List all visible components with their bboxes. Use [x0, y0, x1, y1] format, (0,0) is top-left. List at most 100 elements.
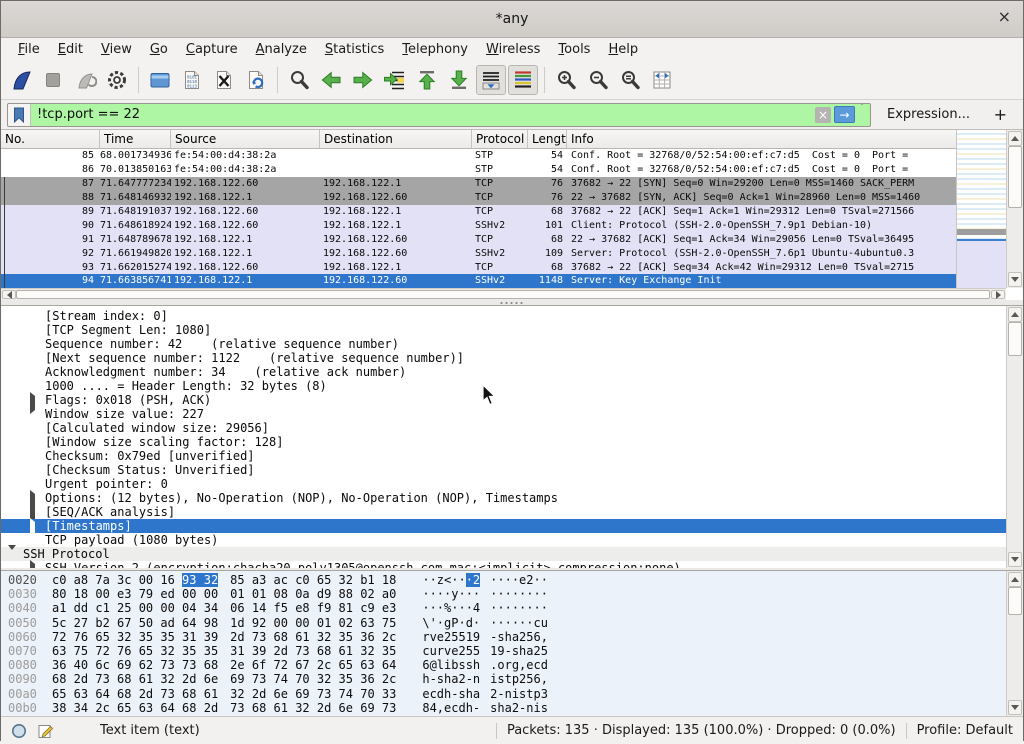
column-header-length[interactable]: Length [528, 130, 567, 148]
column-header-time[interactable]: Time [100, 130, 171, 148]
colorize-toggle-icon[interactable] [508, 65, 538, 95]
scroll-left-icon[interactable] [2, 290, 16, 299]
packet-row-86[interactable]: 8670.013850163fe:54:00:d4:38:2aSTP54Conf… [1, 163, 959, 177]
capture-comment-icon[interactable] [37, 723, 54, 739]
column-header-destination[interactable]: Destination [320, 130, 472, 148]
first-packet-icon[interactable] [412, 65, 442, 95]
close-icon[interactable]: × [998, 9, 1011, 25]
packet-row-87[interactable]: 8771.647777234192.168.122.60192.168.122.… [1, 177, 959, 191]
expert-info-icon[interactable] [11, 723, 27, 739]
menu-tools[interactable]: Tools [549, 39, 599, 60]
detail-line[interactable]: [Calculated window size: 29056] [1, 421, 1006, 435]
scroll-up-icon[interactable] [1008, 307, 1022, 322]
detail-line[interactable]: [TCP Segment Len: 1080] [1, 323, 1006, 337]
hex-row-00b0[interactable]: 00b038 34 2c 65 63 64 68 2d73 68 61 32 2… [1, 701, 1006, 715]
packet-row-90[interactable]: 9071.648618924192.168.122.60192.168.122.… [1, 218, 959, 232]
go-to-packet-icon[interactable] [380, 65, 410, 95]
detail-line[interactable]: Acknowledgment number: 34 (relative ack … [1, 365, 1006, 379]
add-filter-button[interactable]: + [984, 105, 1017, 124]
scroll-thumb[interactable] [1008, 322, 1022, 356]
menu-go[interactable]: Go [141, 39, 177, 60]
filter-text[interactable]: !tcp.port == 22 [31, 107, 815, 122]
column-header-no[interactable]: No. [1, 130, 100, 148]
scroll-down-icon[interactable] [1008, 700, 1022, 715]
resize-columns-icon[interactable] [647, 65, 677, 95]
hex-row-00a0[interactable]: 00a065 63 64 68 2d 73 68 6132 2d 6e 69 7… [1, 687, 1006, 701]
packet-row-85[interactable]: 8568.001734936fe:54:00:d4:38:2aSTP54Conf… [1, 149, 959, 163]
detail-line[interactable]: TCP payload (1080 bytes) [1, 533, 1006, 547]
hex-row-0070[interactable]: 007063 75 72 76 65 32 35 3531 39 2d 73 6… [1, 644, 1006, 658]
hex-row-0030[interactable]: 003080 18 00 e3 79 ed 00 0001 01 08 0a d… [1, 587, 1006, 601]
restart-capture-icon[interactable] [70, 65, 100, 95]
scroll-down-icon[interactable] [1008, 552, 1022, 567]
packet-list-vscrollbar[interactable] [1006, 130, 1023, 288]
filter-bookmark-icon[interactable] [8, 104, 31, 126]
expression-button[interactable]: Expression... [887, 107, 970, 122]
open-file-icon[interactable] [145, 65, 175, 95]
filter-apply-icon[interactable]: → [834, 106, 855, 123]
start-capture-icon[interactable] [6, 65, 36, 95]
detail-line[interactable]: Checksum: 0x79ed [unverified] [1, 449, 1006, 463]
display-filter-input[interactable]: !tcp.port == 22 × → [7, 103, 871, 127]
filter-clear-icon[interactable]: × [815, 107, 831, 123]
column-header-source[interactable]: Source [171, 130, 320, 148]
zoom-100-icon[interactable] [615, 65, 645, 95]
bytes-vscrollbar[interactable] [1006, 571, 1023, 716]
packet-row-92[interactable]: 9271.661949820192.168.122.1192.168.122.6… [1, 246, 959, 260]
packet-row-89[interactable]: 8971.648191037192.168.122.60192.168.122.… [1, 205, 959, 219]
menu-analyze[interactable]: Analyze [247, 39, 316, 60]
menu-wireless[interactable]: Wireless [477, 39, 549, 60]
detail-line[interactable]: Options: (12 bytes), No-Operation (NOP),… [1, 491, 1006, 505]
detail-line[interactable]: Flags: 0x018 (PSH, ACK) [1, 393, 1006, 407]
column-header-info[interactable]: Info [567, 130, 959, 148]
filter-dropdown-icon[interactable] [859, 105, 865, 124]
stop-capture-icon[interactable] [38, 65, 68, 95]
packet-row-93[interactable]: 9371.662015274192.168.122.60192.168.122.… [1, 260, 959, 274]
detail-line[interactable]: [SEQ/ACK analysis] [1, 505, 1006, 519]
menu-edit[interactable]: Edit [49, 39, 92, 60]
detail-line[interactable]: SSH Version 2 (encryption:chacha20-poly1… [1, 561, 1006, 568]
menu-capture[interactable]: Capture [177, 39, 247, 60]
detail-line[interactable]: [Timestamps] [1, 519, 1006, 533]
scroll-down-icon[interactable] [1008, 272, 1022, 287]
menu-view[interactable]: View [92, 39, 141, 60]
scroll-right-icon[interactable] [991, 290, 1005, 299]
hex-row-0090[interactable]: 009068 2d 73 68 61 32 2d 6e69 73 74 70 3… [1, 672, 1006, 686]
hex-row-0050[interactable]: 00505c 27 b2 67 50 ad 64 981d 92 00 00 0… [1, 616, 1006, 630]
reload-file-icon[interactable] [241, 65, 271, 95]
hex-row-0040[interactable]: 0040a1 dd c1 25 00 00 04 3406 14 f5 e8 f… [1, 601, 1006, 615]
details-vscrollbar[interactable] [1006, 306, 1023, 568]
scroll-thumb[interactable] [16, 290, 990, 299]
packet-row-94[interactable]: 9471.663856741192.168.122.1192.168.122.6… [1, 274, 959, 288]
detail-line[interactable]: Window size value: 227 [1, 407, 1006, 421]
scroll-up-icon[interactable] [1008, 131, 1022, 146]
detail-line[interactable]: [Next sequence number: 1122 (relative se… [1, 351, 1006, 365]
detail-line[interactable]: SSH Protocol [1, 547, 1006, 561]
save-file-icon[interactable]: 010101100113 [177, 65, 207, 95]
close-file-icon[interactable] [209, 65, 239, 95]
menu-statistics[interactable]: Statistics [316, 39, 393, 60]
detail-line[interactable]: Sequence number: 42 (relative sequence n… [1, 337, 1006, 351]
capture-options-icon[interactable] [102, 65, 132, 95]
scroll-thumb[interactable] [1008, 587, 1022, 615]
detail-line[interactable]: [Checksum Status: Unverified] [1, 463, 1006, 477]
profile-selector[interactable]: Profile: Default [917, 723, 1023, 738]
hex-row-0020[interactable]: 0020c0 a8 7a 3c 00 16 93 3285 a3 ac c0 6… [1, 573, 1006, 587]
zoom-out-icon[interactable] [583, 65, 613, 95]
menu-file[interactable]: File [9, 39, 49, 60]
detail-line[interactable]: 1000 .... = Header Length: 32 bytes (8) [1, 379, 1006, 393]
detail-line[interactable]: [Stream index: 0] [1, 309, 1006, 323]
packet-row-88[interactable]: 8871.648146932192.168.122.1192.168.122.6… [1, 191, 959, 205]
hex-row-0080[interactable]: 008036 40 6c 69 62 73 73 682e 6f 72 67 2… [1, 658, 1006, 672]
packet-row-91[interactable]: 9171.648789678192.168.122.1192.168.122.6… [1, 232, 959, 246]
title-bar[interactable]: *any × [1, 1, 1023, 38]
auto-scroll-toggle-icon[interactable] [476, 65, 506, 95]
hex-row-0060[interactable]: 006072 76 65 32 35 35 31 392d 73 68 61 3… [1, 630, 1006, 644]
previous-packet-icon[interactable] [316, 65, 346, 95]
menu-help[interactable]: Help [599, 39, 647, 60]
column-header-protocol[interactable]: Protocol [472, 130, 528, 148]
zoom-in-icon[interactable] [551, 65, 581, 95]
menu-telephony[interactable]: Telephony [393, 39, 477, 60]
next-packet-icon[interactable] [348, 65, 378, 95]
detail-line[interactable]: Urgent pointer: 0 [1, 477, 1006, 491]
